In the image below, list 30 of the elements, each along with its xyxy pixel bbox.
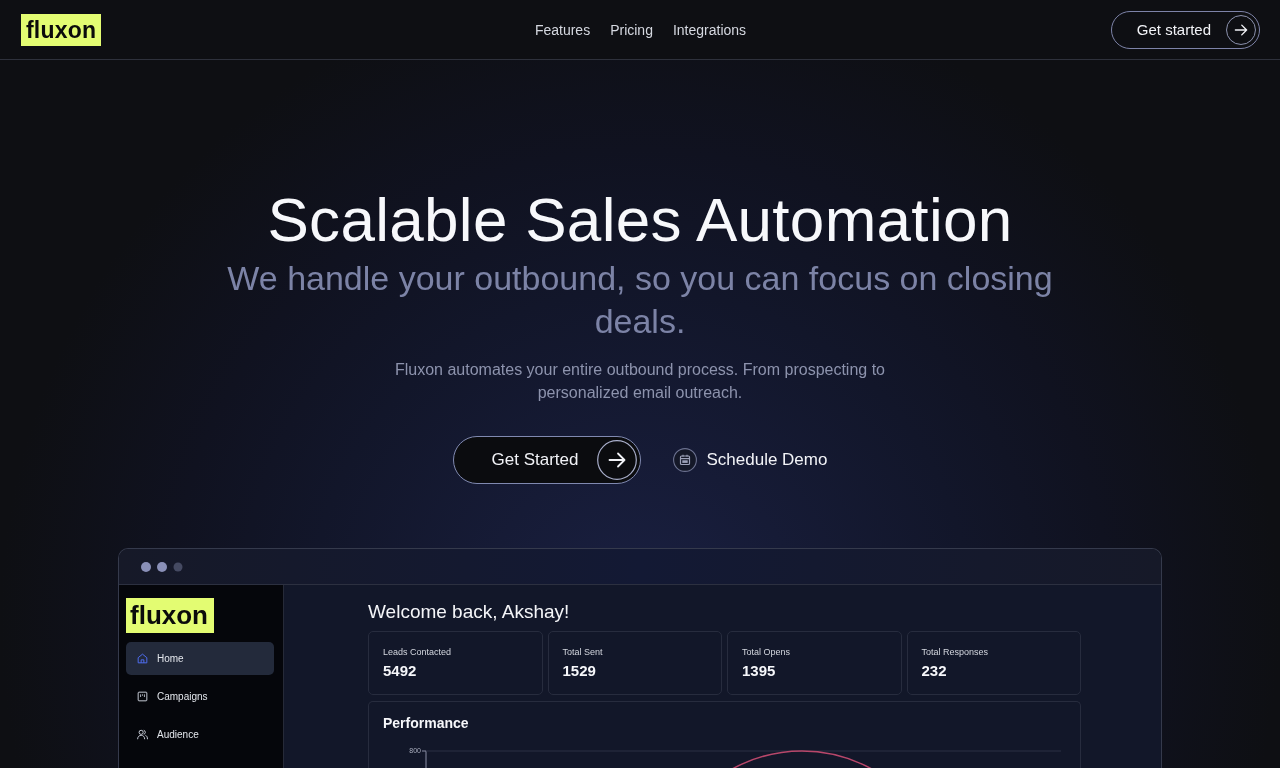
logo[interactable]: fluxon bbox=[21, 13, 102, 46]
sidebar-item[interactable]: Home bbox=[126, 642, 274, 675]
house-icon bbox=[136, 652, 149, 665]
hero-description: Fluxon automates your entire outbound process. From prospecting to personalized email outreach. bbox=[393, 360, 886, 403]
schedule-demo-button[interactable]: Schedule Demo bbox=[673, 446, 828, 474]
stat-label: Total Opens bbox=[742, 647, 791, 658]
stat-value: 5492 bbox=[383, 662, 417, 680]
arrow-right-icon bbox=[1226, 14, 1256, 45]
stat-label: Leads Contacted bbox=[383, 647, 452, 658]
sidebar-item[interactable]: Audience bbox=[126, 718, 274, 751]
greeting: Welcome back, Akshay! bbox=[368, 600, 571, 624]
card-title: Performance bbox=[383, 714, 469, 732]
nav-link[interactable]: Features bbox=[534, 21, 591, 38]
calendar-icon bbox=[673, 448, 698, 472]
stat-label: Total Responses bbox=[921, 647, 989, 658]
sidebar-item[interactable]: Campaigns bbox=[126, 680, 274, 713]
hero-title: Scalable Sales Automation bbox=[267, 186, 1013, 254]
board-icon bbox=[136, 690, 149, 703]
hero-subtitle: We handle your outbound, so you can focus on closing deals. bbox=[226, 258, 1054, 342]
get-started-button[interactable]: Get Started bbox=[452, 436, 642, 484]
users-icon bbox=[136, 728, 149, 741]
arrow-right-icon bbox=[597, 440, 638, 480]
stat-value: 1529 bbox=[562, 662, 596, 680]
stat-value: 1395 bbox=[742, 662, 776, 680]
nav-link[interactable]: Pricing bbox=[610, 21, 653, 38]
stat-value: 232 bbox=[921, 662, 947, 680]
window-dots-icon bbox=[141, 561, 183, 572]
logo: fluxon bbox=[126, 598, 214, 633]
nav-link[interactable]: Integrations bbox=[672, 21, 747, 38]
stat-label: Total Sent bbox=[562, 647, 603, 658]
